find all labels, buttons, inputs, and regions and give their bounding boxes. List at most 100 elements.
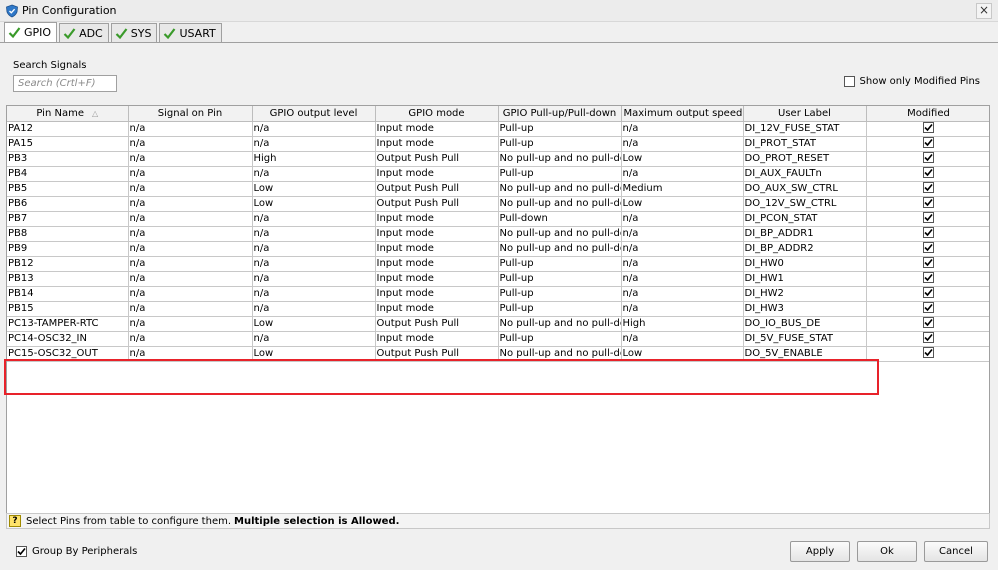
cell-pull[interactable]: Pull-down bbox=[497, 210, 622, 227]
cell-pin-name[interactable]: PB3 bbox=[7, 150, 129, 167]
search-input[interactable] bbox=[13, 75, 117, 92]
column-header-signal[interactable]: Signal on Pin bbox=[127, 106, 253, 122]
tab-sys[interactable]: SYS bbox=[110, 23, 158, 42]
table-row[interactable]: PB6 n/a Low Output Push Pull No pull-up and … bbox=[7, 195, 989, 212]
cell-speed[interactable]: Low bbox=[620, 345, 744, 362]
cell-gpio-mode[interactable]: Input mode bbox=[374, 330, 499, 347]
cell-gpio-mode[interactable]: Input mode bbox=[374, 270, 499, 287]
column-header-speed[interactable]: Maximum output speed bbox=[620, 106, 744, 122]
table-row[interactable]: PC14-OSC32_IN n/a n/a Input mode Pull-up n/a D… bbox=[7, 330, 989, 347]
apply-button[interactable]: Apply bbox=[790, 541, 850, 562]
table-row[interactable]: PA15 n/a n/a Input mode Pull-up n/a DI_PROT_ST… bbox=[7, 135, 989, 152]
cell-output-level[interactable]: High bbox=[251, 150, 376, 167]
cell-speed[interactable]: Low bbox=[620, 195, 744, 212]
tab-adc[interactable]: ADC bbox=[59, 23, 109, 42]
cell-output-level[interactable]: n/a bbox=[251, 255, 376, 272]
cell-pull[interactable]: Pull-up bbox=[497, 300, 622, 317]
cell-pin-name[interactable]: PC14-OSC32_IN bbox=[7, 330, 129, 347]
cell-signal[interactable]: n/a bbox=[127, 165, 253, 182]
cell-user-label[interactable]: DI_HW1 bbox=[742, 270, 867, 287]
cell-signal[interactable]: n/a bbox=[127, 225, 253, 242]
cell-signal[interactable]: n/a bbox=[127, 315, 253, 332]
cell-gpio-mode[interactable]: Input mode bbox=[374, 210, 499, 227]
tab-usart[interactable]: USART bbox=[159, 23, 222, 42]
cell-output-level[interactable]: n/a bbox=[251, 285, 376, 302]
cell-user-label[interactable]: DI_HW2 bbox=[742, 285, 867, 302]
cell-output-level[interactable]: n/a bbox=[251, 270, 376, 287]
cell-speed[interactable]: n/a bbox=[620, 210, 744, 227]
ok-button[interactable]: Ok bbox=[857, 541, 917, 562]
cell-speed[interactable]: n/a bbox=[620, 240, 744, 257]
cell-speed[interactable]: n/a bbox=[620, 120, 744, 137]
cell-signal[interactable]: n/a bbox=[127, 285, 253, 302]
cell-speed[interactable]: High bbox=[620, 315, 744, 332]
cell-pin-name[interactable]: PC13-TAMPER-RTC bbox=[7, 315, 129, 332]
cell-user-label[interactable]: DI_5V_FUSE_STAT bbox=[742, 330, 867, 347]
table-row[interactable]: PB12 n/a n/a Input mode Pull-up n/a DI_HW0 bbox=[7, 255, 989, 272]
cancel-button[interactable]: Cancel bbox=[924, 541, 988, 562]
cell-pin-name[interactable]: PB4 bbox=[7, 165, 129, 182]
cell-user-label[interactable]: DO_5V_ENABLE bbox=[742, 345, 867, 362]
table-row[interactable]: PC15-OSC32_OUT n/a Low Output Push Pull No p… bbox=[7, 345, 989, 362]
cell-pull[interactable]: No pull-up and no pull-down bbox=[497, 315, 622, 332]
cell-speed[interactable]: n/a bbox=[620, 135, 744, 152]
table-row[interactable]: PB4 n/a n/a Input mode Pull-up n/a DI_AUX_FAUL… bbox=[7, 165, 989, 182]
cell-pin-name[interactable]: PA15 bbox=[7, 135, 129, 152]
cell-gpio-mode[interactable]: Output Push Pull bbox=[374, 195, 499, 212]
table-row[interactable]: PC13-TAMPER-RTC n/a Low Output Push Pull No … bbox=[7, 315, 989, 332]
cell-pull[interactable]: Pull-up bbox=[497, 285, 622, 302]
column-header-user-label[interactable]: User Label bbox=[742, 106, 867, 122]
cell-signal[interactable]: n/a bbox=[127, 150, 253, 167]
cell-pin-name[interactable]: PA12 bbox=[7, 120, 129, 137]
show-modified-checkbox[interactable] bbox=[843, 76, 855, 87]
cell-pin-name[interactable]: PB14 bbox=[7, 285, 129, 302]
cell-signal[interactable]: n/a bbox=[127, 210, 253, 227]
cell-pin-name[interactable]: PB8 bbox=[7, 225, 129, 242]
cell-gpio-mode[interactable]: Output Push Pull bbox=[374, 345, 499, 362]
cell-signal[interactable]: n/a bbox=[127, 195, 253, 212]
cell-user-label[interactable]: DO_IO_BUS_DE bbox=[742, 315, 867, 332]
cell-signal[interactable]: n/a bbox=[127, 240, 253, 257]
table-row[interactable]: PB9 n/a n/a Input mode No pull-up and no pul… bbox=[7, 240, 989, 257]
cell-user-label[interactable]: DO_PROT_RESET bbox=[742, 150, 867, 167]
cell-pull[interactable]: Pull-up bbox=[497, 270, 622, 287]
cell-signal[interactable]: n/a bbox=[127, 135, 253, 152]
cell-signal[interactable]: n/a bbox=[127, 345, 253, 362]
column-header-pin-name[interactable]: Pin Name △ bbox=[7, 106, 129, 122]
cell-gpio-mode[interactable]: Input mode bbox=[374, 120, 499, 137]
table-row[interactable]: PA12 n/a n/a Input mode Pull-up n/a DI_12V_FUS… bbox=[7, 120, 989, 137]
cell-output-level[interactable]: Low bbox=[251, 345, 376, 362]
cell-speed[interactable]: Medium bbox=[620, 180, 744, 197]
cell-pin-name[interactable]: PB15 bbox=[7, 300, 129, 317]
cell-speed[interactable]: n/a bbox=[620, 270, 744, 287]
cell-pull[interactable]: Pull-up bbox=[497, 120, 622, 137]
column-header-gpio-mode[interactable]: GPIO mode bbox=[374, 106, 499, 122]
table-row[interactable]: PB8 n/a n/a Input mode No pull-up and no pul… bbox=[7, 225, 989, 242]
cell-output-level[interactable]: Low bbox=[251, 195, 376, 212]
group-by-checkbox[interactable] bbox=[16, 546, 27, 557]
cell-speed[interactable]: n/a bbox=[620, 255, 744, 272]
cell-user-label[interactable]: DI_HW0 bbox=[742, 255, 867, 272]
cell-output-level[interactable]: n/a bbox=[251, 210, 376, 227]
cell-user-label[interactable]: DI_PROT_STAT bbox=[742, 135, 867, 152]
group-by-toggle[interactable]: Group By Peripherals bbox=[16, 546, 137, 557]
cell-speed[interactable]: n/a bbox=[620, 330, 744, 347]
cell-output-level[interactable]: n/a bbox=[251, 120, 376, 137]
cell-gpio-mode[interactable]: Output Push Pull bbox=[374, 150, 499, 167]
cell-user-label[interactable]: DI_BP_ADDR2 bbox=[742, 240, 867, 257]
cell-pin-name[interactable]: PB13 bbox=[7, 270, 129, 287]
cell-pin-name[interactable]: PB9 bbox=[7, 240, 129, 257]
column-header-output-level[interactable]: GPIO output level bbox=[251, 106, 376, 122]
cell-pull[interactable]: Pull-up bbox=[497, 165, 622, 182]
cell-output-level[interactable]: Low bbox=[251, 315, 376, 332]
cell-speed[interactable]: n/a bbox=[620, 300, 744, 317]
cell-signal[interactable]: n/a bbox=[127, 120, 253, 137]
cell-gpio-mode[interactable]: Input mode bbox=[374, 240, 499, 257]
cell-output-level[interactable]: n/a bbox=[251, 165, 376, 182]
cell-pull[interactable]: No pull-up and no pull-down bbox=[497, 180, 622, 197]
table-row[interactable]: PB15 n/a n/a Input mode Pull-up n/a DI_HW3 bbox=[7, 300, 989, 317]
cell-pin-name[interactable]: PB5 bbox=[7, 180, 129, 197]
cell-speed[interactable]: n/a bbox=[620, 165, 744, 182]
cell-pull[interactable]: Pull-up bbox=[497, 330, 622, 347]
table-row[interactable]: PB3 n/a High Output Push Pull No pull-up and… bbox=[7, 150, 989, 167]
